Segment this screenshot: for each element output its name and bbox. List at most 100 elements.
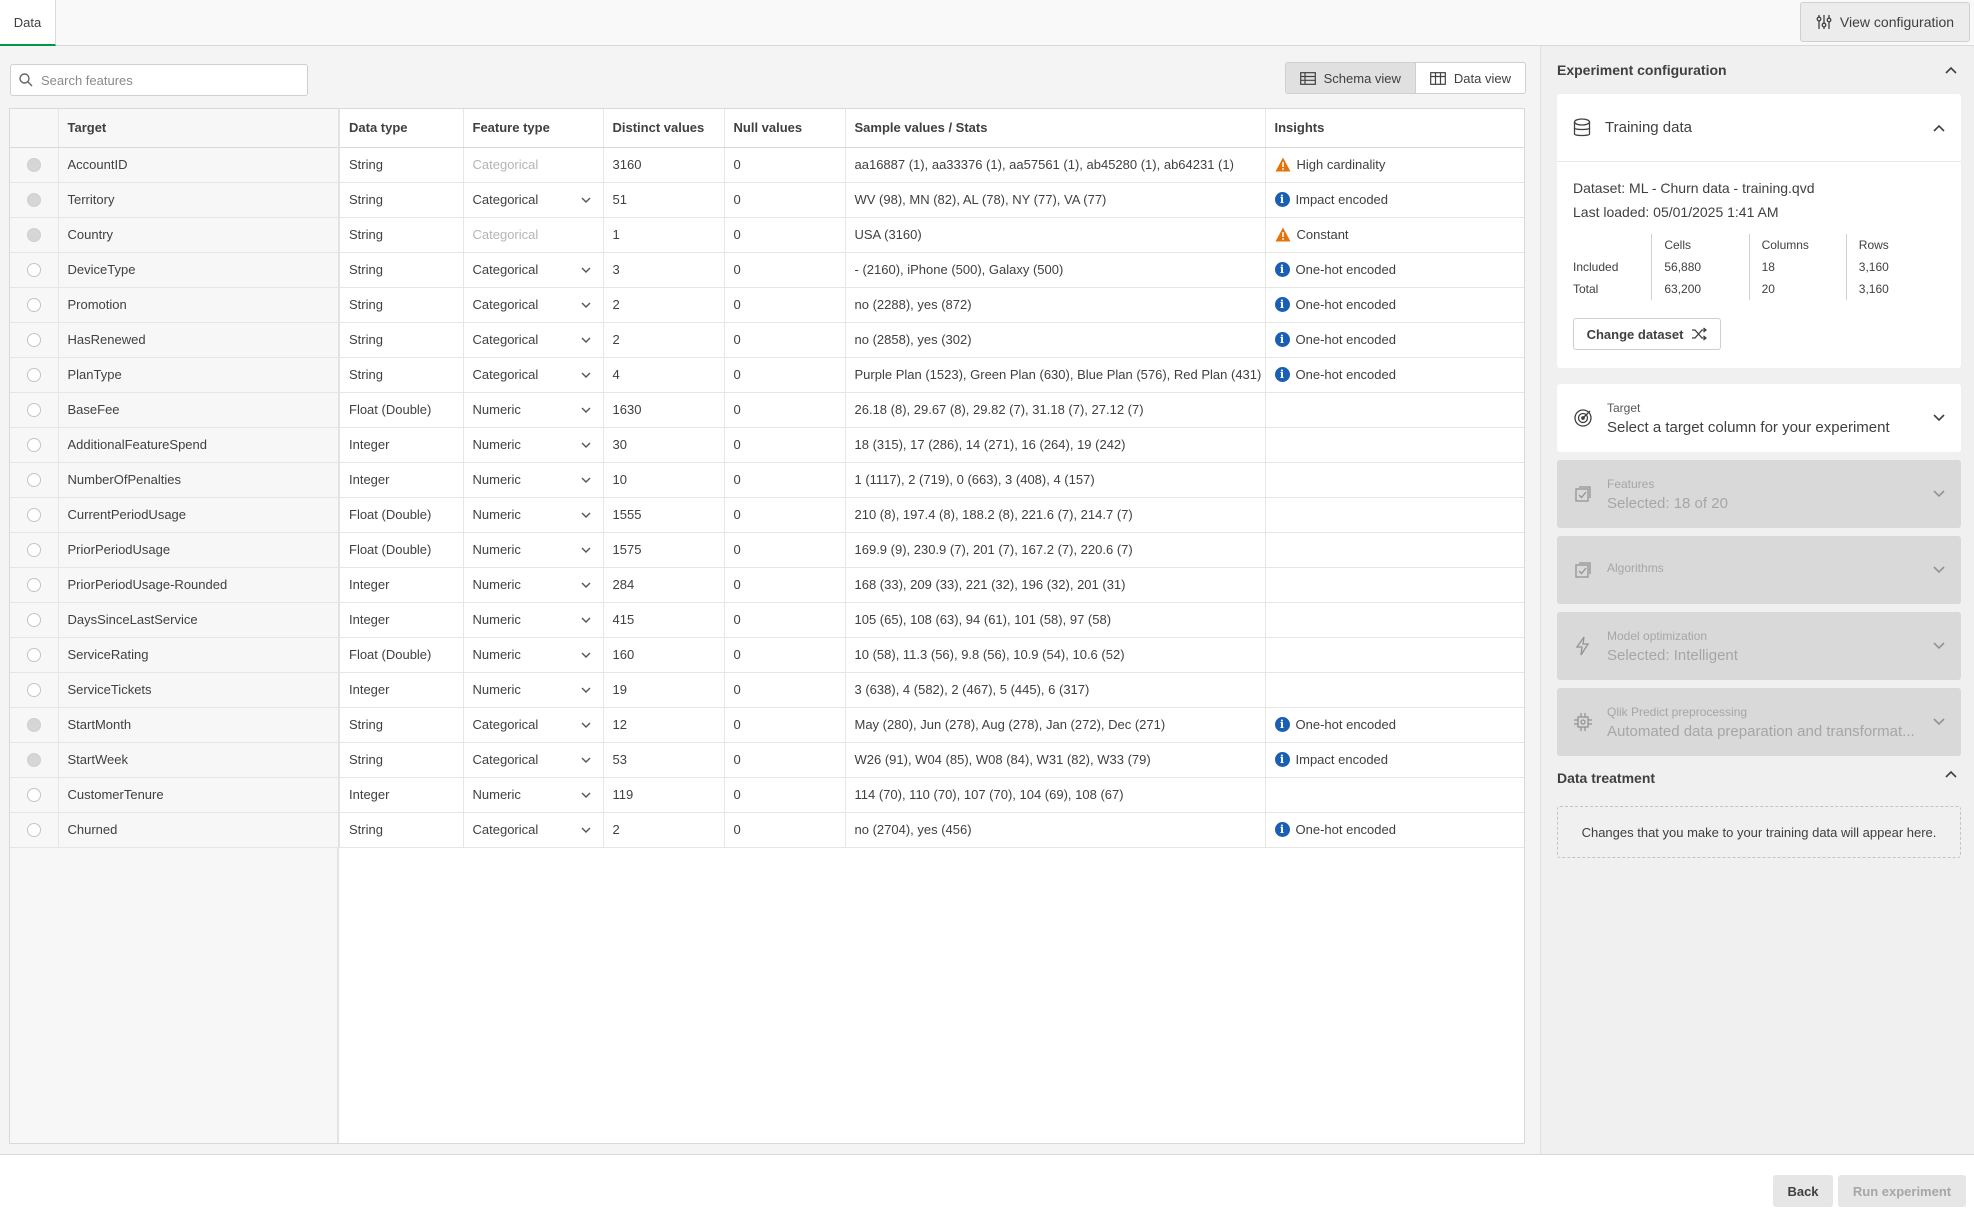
- target-radio-cell[interactable]: [10, 462, 59, 498]
- table-row[interactable]: CurrentPeriodUsage Float (Double) Numeric 1…: [10, 497, 1524, 533]
- feature-type-dropdown[interactable]: Numeric: [473, 507, 603, 522]
- feature-type-cell[interactable]: Categorical: [463, 812, 604, 848]
- table-row[interactable]: StartWeek String Categorical 53 0 W26 (91), W…: [10, 742, 1524, 778]
- target-radio[interactable]: [26, 683, 41, 698]
- data-treatment-header[interactable]: Data treatment: [1557, 770, 1957, 786]
- feature-type-cell[interactable]: Numeric: [463, 427, 604, 463]
- table-row[interactable]: PlanType String Categorical 4 0 Purple Plan (…: [10, 357, 1524, 393]
- target-radio[interactable]: [26, 648, 41, 663]
- feature-type-dropdown[interactable]: Categorical: [473, 717, 603, 732]
- feature-type-cell[interactable]: Categorical: [463, 182, 604, 218]
- column-header-data-type[interactable]: Data type: [339, 109, 464, 148]
- target-radio[interactable]: [26, 403, 41, 418]
- table-row[interactable]: HasRenewed String Categorical 2 0 no (2858), …: [10, 322, 1524, 358]
- feature-type-dropdown[interactable]: Numeric: [473, 472, 603, 487]
- target-radio[interactable]: [26, 438, 41, 453]
- table-row[interactable]: StartMonth String Categorical 12 0 May (280),…: [10, 707, 1524, 743]
- data-view-button[interactable]: Data view: [1416, 63, 1525, 93]
- target-radio-cell[interactable]: [10, 147, 59, 183]
- table-row[interactable]: ServiceTickets Integer Numeric 19 0 3 (638), …: [10, 672, 1524, 708]
- feature-type-dropdown[interactable]: Categorical: [473, 367, 603, 382]
- feature-type-dropdown[interactable]: Categorical: [473, 332, 603, 347]
- target-radio-cell[interactable]: [10, 287, 59, 323]
- feature-type-cell[interactable]: Numeric: [463, 637, 604, 673]
- feature-type-dropdown[interactable]: Categorical: [473, 262, 603, 277]
- table-row[interactable]: ServiceRating Float (Double) Numeric 160 0 10…: [10, 637, 1524, 673]
- table-row[interactable]: BaseFee Float (Double) Numeric 1630 0 26.18 (…: [10, 392, 1524, 428]
- target-radio-cell[interactable]: [10, 672, 59, 708]
- table-row[interactable]: NumberOfPenalties Integer Numeric 10 0 1 (111…: [10, 462, 1524, 498]
- tab-data[interactable]: Data: [0, 0, 56, 46]
- target-radio[interactable]: [26, 263, 41, 278]
- feature-type-cell[interactable]: Numeric: [463, 462, 604, 498]
- column-header-insights[interactable]: Insights: [1265, 109, 1524, 148]
- feature-type-dropdown[interactable]: Numeric: [473, 542, 603, 557]
- target-radio-cell[interactable]: [10, 392, 59, 428]
- target-radio-cell[interactable]: [10, 637, 59, 673]
- feature-type-dropdown[interactable]: Numeric: [473, 682, 603, 697]
- table-row[interactable]: DaysSinceLastService Integer Numeric 415 0 10…: [10, 602, 1524, 638]
- feature-type-dropdown[interactable]: Numeric: [473, 577, 603, 592]
- schema-view-button[interactable]: Schema view: [1285, 63, 1416, 93]
- feature-type-cell[interactable]: Numeric: [463, 392, 604, 428]
- target-radio[interactable]: [26, 368, 41, 383]
- change-dataset-button[interactable]: Change dataset: [1573, 318, 1721, 350]
- target-radio-cell[interactable]: [10, 217, 59, 253]
- table-row[interactable]: Churned String Categorical 2 0 no (2704), yes…: [10, 812, 1524, 848]
- chevron-up-icon[interactable]: [1933, 124, 1945, 132]
- target-radio[interactable]: [26, 333, 41, 348]
- feature-type-dropdown[interactable]: Numeric: [473, 612, 603, 627]
- target-radio[interactable]: [26, 473, 41, 488]
- run-experiment-button[interactable]: Run experiment: [1838, 1175, 1966, 1207]
- chevron-up-icon[interactable]: [1945, 66, 1957, 74]
- target-radio[interactable]: [26, 613, 41, 628]
- feature-type-cell[interactable]: Categorical: [463, 322, 604, 358]
- target-radio-cell[interactable]: [10, 567, 59, 603]
- feature-type-cell[interactable]: Numeric: [463, 672, 604, 708]
- target-radio[interactable]: [26, 788, 41, 803]
- target-radio-cell[interactable]: [10, 602, 59, 638]
- table-row[interactable]: Country String Categorical 1 0 USA (3160) Cons…: [10, 217, 1524, 253]
- target-radio-cell[interactable]: [10, 357, 59, 393]
- target-radio[interactable]: [26, 508, 41, 523]
- column-header-null-values[interactable]: Null values: [724, 109, 846, 148]
- training-data-header[interactable]: Training data: [1557, 94, 1961, 162]
- target-radio-cell[interactable]: [10, 252, 59, 288]
- feature-type-cell[interactable]: Categorical: [463, 287, 604, 323]
- target-radio[interactable]: [26, 298, 41, 313]
- chevron-up-icon[interactable]: [1945, 770, 1957, 778]
- feature-type-cell[interactable]: Categorical: [463, 742, 604, 778]
- search-input[interactable]: [41, 72, 291, 88]
- target-radio-cell[interactable]: [10, 182, 59, 218]
- target-radio[interactable]: [26, 823, 41, 838]
- table-row[interactable]: PriorPeriodUsage-Rounded Integer Numeric 28…: [10, 567, 1524, 603]
- feature-type-dropdown[interactable]: Categorical: [473, 297, 603, 312]
- target-radio-cell[interactable]: [10, 707, 59, 743]
- feature-type-cell[interactable]: Numeric: [463, 567, 604, 603]
- feature-type-dropdown[interactable]: Numeric: [473, 402, 603, 417]
- feature-type-dropdown[interactable]: Numeric: [473, 787, 603, 802]
- table-row[interactable]: AdditionalFeatureSpend Integer Numeric 30 0 1…: [10, 427, 1524, 463]
- feature-type-cell[interactable]: Numeric: [463, 532, 604, 568]
- column-header-distinct-values[interactable]: Distinct values: [603, 109, 725, 148]
- view-configuration-button[interactable]: View configuration: [1800, 2, 1970, 42]
- table-row[interactable]: Promotion String Categorical 2 0 no (2288), y…: [10, 287, 1524, 323]
- back-button[interactable]: Back: [1773, 1175, 1833, 1207]
- target-radio-cell[interactable]: [10, 427, 59, 463]
- target-radio-cell[interactable]: [10, 532, 59, 568]
- feature-type-cell[interactable]: Numeric: [463, 777, 604, 813]
- column-header-feature-type[interactable]: Feature type: [463, 109, 604, 148]
- target-radio-cell[interactable]: [10, 497, 59, 533]
- feature-type-cell[interactable]: Categorical: [463, 707, 604, 743]
- target-radio[interactable]: [26, 578, 41, 593]
- table-row[interactable]: AccountID String Categorical 3160 0 aa16887 (…: [10, 147, 1524, 183]
- target-radio-cell[interactable]: [10, 322, 59, 358]
- target-radio-cell[interactable]: [10, 777, 59, 813]
- search-box[interactable]: [10, 64, 308, 96]
- feature-type-dropdown[interactable]: Categorical: [473, 752, 603, 767]
- table-row[interactable]: PriorPeriodUsage Float (Double) Numeric 157…: [10, 532, 1524, 568]
- feature-type-cell[interactable]: Categorical: [463, 357, 604, 393]
- feature-type-cell[interactable]: Categorical: [463, 252, 604, 288]
- target-section[interactable]: Target Select a target column for your e…: [1557, 384, 1961, 452]
- feature-type-cell[interactable]: Numeric: [463, 497, 604, 533]
